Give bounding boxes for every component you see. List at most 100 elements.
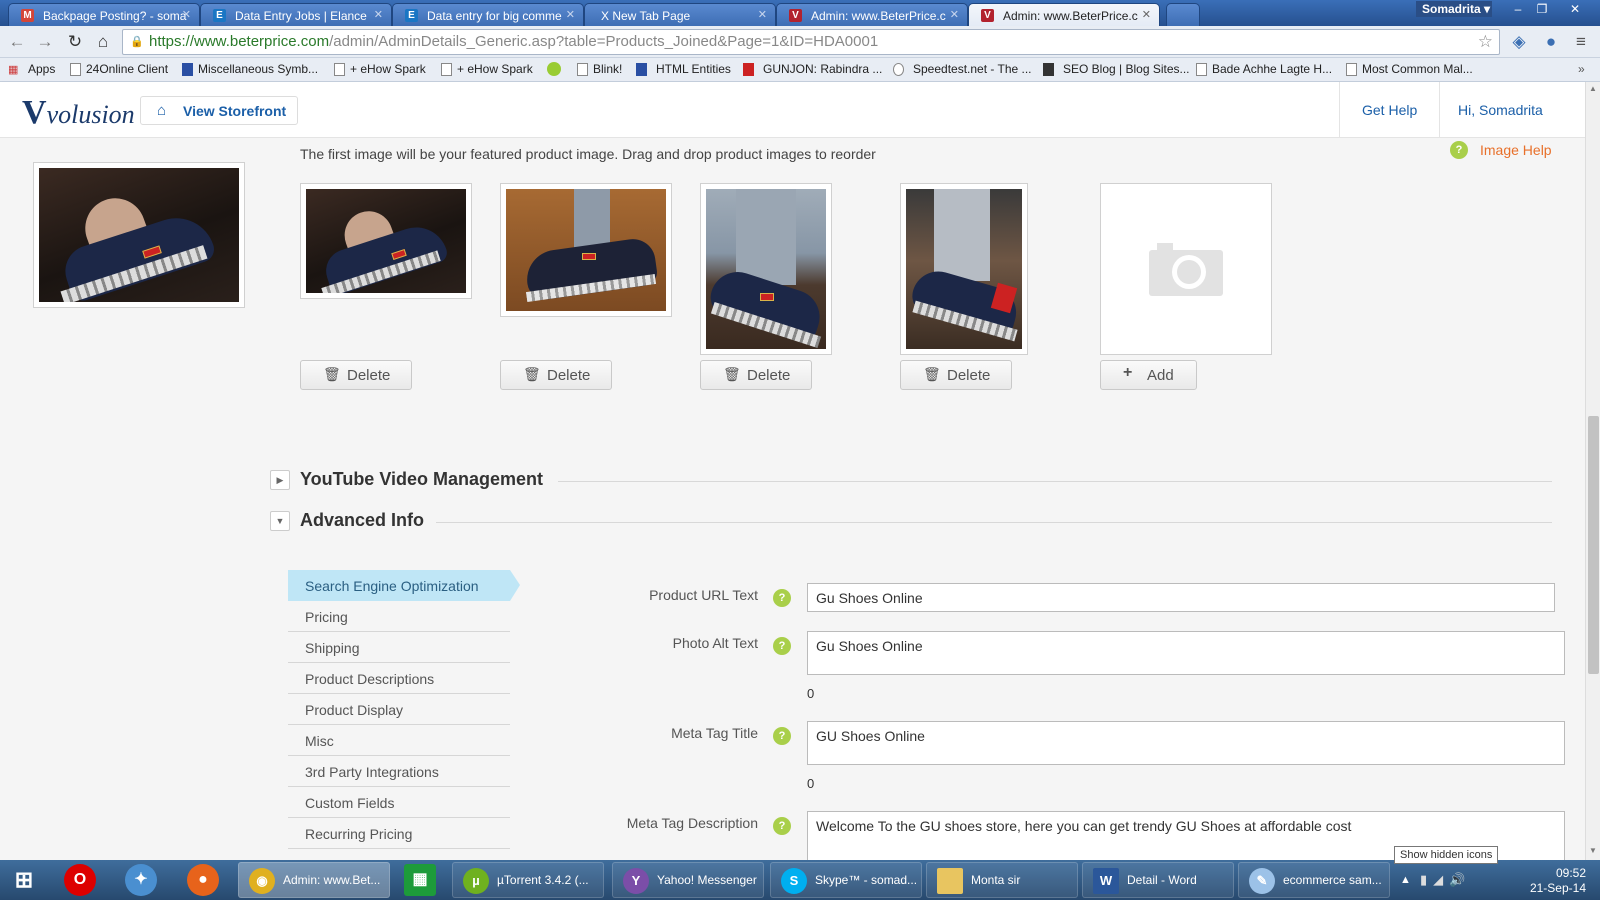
tab-elance-data-entry[interactable]: E Data entry for big comme ✕ — [392, 3, 584, 26]
product-image-1[interactable] — [300, 183, 472, 299]
sidebar-item-recurring-pricing[interactable]: Recurring Pricing — [288, 818, 510, 849]
close-icon[interactable]: ✕ — [758, 8, 767, 21]
taskbar-skype[interactable]: S Skype™ - somad... — [770, 862, 922, 898]
bookmark-item[interactable]: Speedtest.net - The ... — [893, 62, 1032, 76]
help-icon[interactable]: ? — [773, 589, 791, 607]
tab-backpage[interactable]: M Backpage Posting? - soma ✕ — [8, 3, 200, 26]
scrollbar-thumb[interactable] — [1588, 416, 1599, 674]
extension-icon[interactable]: ◈ — [1508, 32, 1530, 52]
page-icon — [441, 63, 452, 76]
product-image-4[interactable] — [900, 183, 1028, 355]
bookmark-item[interactable]: GUNJON: Rabindra ... — [743, 62, 882, 76]
taskbar-paint[interactable]: ✎ ecommerce sam... — [1238, 862, 1390, 898]
tab-new-tab[interactable]: X New Tab Page ✕ — [584, 3, 776, 26]
forward-icon[interactable]: → — [34, 32, 56, 52]
view-storefront-button[interactable]: ⌂ View Storefront — [140, 96, 298, 125]
restore-icon[interactable]: ❐ — [1530, 0, 1554, 18]
tab-elance-jobs[interactable]: E Data Entry Jobs | Elance ✕ — [200, 3, 392, 26]
add-image-button[interactable]: + Add — [1100, 360, 1197, 390]
user-menu[interactable]: Hi, Somadrita — [1439, 82, 1585, 138]
youtube-section-title[interactable]: YouTube Video Management — [300, 469, 543, 490]
taskbar-word[interactable]: W Detail - Word — [1082, 862, 1234, 898]
close-icon[interactable]: ✕ — [1142, 8, 1151, 21]
bookmark-item[interactable]: 24Online Client — [70, 62, 168, 76]
page-icon — [70, 63, 81, 76]
bookmark-apps[interactable]: ▦ Apps — [8, 62, 55, 76]
taskbar-chrome[interactable]: ◉ Admin: www.Bet... — [238, 862, 390, 898]
reload-icon[interactable]: ↻ — [64, 32, 86, 52]
page-scrollbar[interactable]: ▲ ▼ — [1585, 82, 1600, 860]
volusion-logo[interactable]: Vvolusion — [22, 94, 135, 132]
delete-image-4-button[interactable]: 🗑 Delete — [900, 360, 1012, 390]
taskbar-utorrent[interactable]: µ µTorrent 3.4.2 (... — [452, 862, 604, 898]
system-tray-icons[interactable]: ▮◢🔊 — [1420, 872, 1471, 888]
sidebar-item-product-descriptions[interactable]: Product Descriptions — [288, 663, 510, 694]
profile-button[interactable]: Somadrita ▾ — [1416, 1, 1492, 17]
close-icon[interactable]: ✕ — [374, 8, 383, 21]
menu-icon[interactable]: ≡ — [1570, 32, 1592, 52]
scroll-up-icon[interactable]: ▲ — [1589, 84, 1597, 93]
safari-icon[interactable]: ✦ — [125, 864, 157, 896]
windows-start-icon[interactable]: ⊞ — [8, 864, 40, 896]
help-icon[interactable]: ? — [773, 727, 791, 745]
collapse-advanced-toggle[interactable]: ▼ — [270, 511, 290, 531]
sidebar-item-seo[interactable]: Search Engine Optimization — [288, 570, 520, 601]
bookmark-item[interactable]: Most Common Mal... — [1346, 62, 1473, 76]
bookmark-item[interactable]: SEO Blog | Blog Sites... — [1043, 62, 1190, 76]
tab-title: Admin: www.BeterPrice.c — [1003, 9, 1138, 23]
sidebar-item-shipping[interactable]: Shipping — [288, 632, 510, 663]
sidebar-item-label: Recurring Pricing — [305, 826, 413, 842]
system-clock[interactable]: 09:52 21-Sep-14 — [1516, 866, 1586, 896]
firefox-icon[interactable]: ● — [187, 864, 219, 896]
product-image-3[interactable] — [700, 183, 832, 355]
green-circle-icon[interactable] — [547, 62, 561, 76]
new-tab-button[interactable] — [1166, 3, 1200, 26]
back-icon[interactable]: ← — [6, 32, 28, 52]
bookmark-item[interactable]: + eHow Spark — [334, 62, 426, 76]
scroll-down-icon[interactable]: ▼ — [1589, 846, 1597, 855]
sidebar-item-product-display[interactable]: Product Display — [288, 694, 510, 725]
opera-icon[interactable]: O — [64, 864, 96, 896]
bookmark-item[interactable]: + eHow Spark — [441, 62, 533, 76]
photo-alt-textarea[interactable]: Gu Shoes Online — [807, 631, 1565, 675]
bookmark-item[interactable]: Bade Achhe Lagte H... — [1196, 62, 1332, 76]
star-icon[interactable]: ☆ — [1478, 32, 1493, 52]
sidebar-item-custom-fields[interactable]: Custom Fields — [288, 787, 510, 818]
delete-image-2-button[interactable]: 🗑 Delete — [500, 360, 612, 390]
home-icon[interactable]: ⌂ — [92, 32, 114, 52]
delete-image-1-button[interactable]: 🗑 Delete — [300, 360, 412, 390]
show-hidden-icons-arrow[interactable]: ▲ — [1400, 874, 1411, 886]
delete-label: Delete — [947, 367, 991, 384]
delete-image-3-button[interactable]: 🗑 Delete — [700, 360, 812, 390]
close-icon[interactable]: ✕ — [566, 8, 575, 21]
close-icon[interactable]: ✕ — [950, 8, 959, 21]
help-icon[interactable]: ? — [773, 637, 791, 655]
image-help-link[interactable]: ? Image Help — [1450, 141, 1552, 159]
add-image-placeholder[interactable] — [1100, 183, 1272, 355]
taskbar-yahoo-messenger[interactable]: Y Yahoo! Messenger — [612, 862, 764, 898]
bookmark-item[interactable]: Blink! — [577, 62, 622, 76]
sidebar-item-3rd-party[interactable]: 3rd Party Integrations — [288, 756, 510, 787]
sidebar-item-pricing[interactable]: Pricing — [288, 601, 510, 632]
product-image-2[interactable] — [500, 183, 672, 317]
bookmark-item[interactable]: HTML Entities — [636, 62, 731, 76]
chat-extension-icon[interactable]: ● — [1540, 32, 1562, 52]
bookmark-item[interactable]: Miscellaneous Symb... — [182, 62, 318, 76]
tab-admin-2-active[interactable]: V Admin: www.BeterPrice.c ✕ — [968, 3, 1160, 26]
more-bookmarks-icon[interactable]: » — [1578, 62, 1585, 76]
tab-admin-1[interactable]: V Admin: www.BeterPrice.c ✕ — [776, 3, 968, 26]
minimize-icon[interactable]: ‒ — [1506, 0, 1530, 18]
help-icon[interactable]: ? — [773, 817, 791, 835]
sidebar-item-misc[interactable]: Misc — [288, 725, 510, 756]
meta-title-textarea[interactable]: GU Shoes Online — [807, 721, 1565, 765]
product-url-input[interactable]: Gu Shoes Online — [807, 583, 1555, 612]
address-bar[interactable]: 🔒 https://www.beterprice.com/admin/Admin… — [122, 29, 1500, 55]
store-icon[interactable]: ▦ — [404, 864, 436, 896]
get-help-link[interactable]: Get Help — [1339, 82, 1439, 138]
taskbar-folder[interactable]: Monta sir — [926, 862, 1078, 898]
advanced-section-title[interactable]: Advanced Info — [300, 510, 424, 531]
expand-youtube-toggle[interactable]: ▶ — [270, 470, 290, 490]
close-window-icon[interactable]: ✕ — [1560, 0, 1590, 18]
close-icon[interactable]: ✕ — [182, 8, 191, 21]
browser-tab-strip: M Backpage Posting? - soma ✕ E Data Entr… — [0, 0, 1600, 26]
